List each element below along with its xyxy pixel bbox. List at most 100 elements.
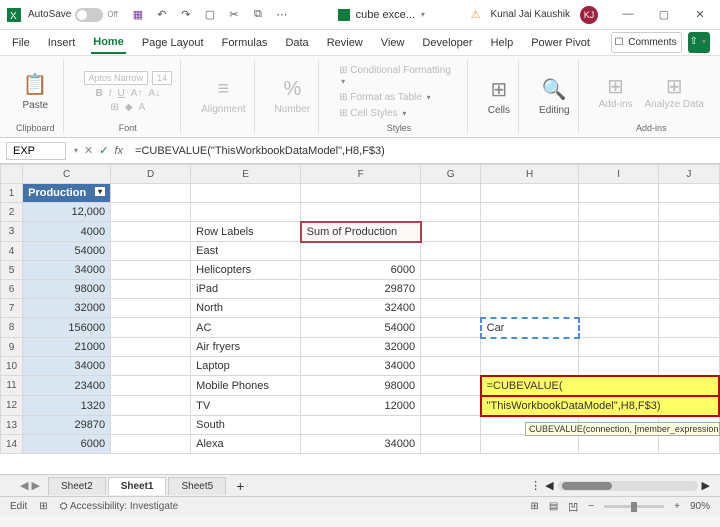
cell[interactable]: 32000 (23, 299, 111, 318)
new-icon[interactable]: ▢ (202, 7, 218, 23)
menu-review[interactable]: Review (325, 33, 365, 53)
tab-sheet2[interactable]: Sheet2 (48, 477, 106, 495)
row-header[interactable]: 4 (1, 242, 23, 261)
maximize-icon[interactable]: ▢ (650, 8, 678, 21)
cell[interactable] (659, 222, 719, 242)
scroll-left-icon[interactable]: ◀ (545, 479, 553, 492)
cell[interactable]: AC (191, 318, 301, 338)
cell[interactable] (481, 338, 579, 357)
formula-input[interactable]: =CUBEVALUE("ThisWorkbookDataModel",H8,F$… (129, 143, 714, 159)
tab-sheet1[interactable]: Sheet1 (108, 477, 167, 495)
cell[interactable] (579, 435, 659, 454)
cell[interactable] (111, 357, 191, 376)
cell[interactable] (421, 416, 481, 435)
grid[interactable]: CDEFGHIJ 1Production ▾212,00034000Row La… (0, 164, 720, 454)
cell[interactable]: Row Labels (191, 222, 301, 242)
row-header[interactable]: 13 (1, 416, 23, 435)
cell[interactable]: 29870 (301, 280, 421, 299)
cell[interactable] (579, 338, 659, 357)
menu-developer[interactable]: Developer (420, 33, 474, 53)
name-dropdown-icon[interactable]: ▾ (74, 146, 78, 155)
cell[interactable]: 34000 (301, 357, 421, 376)
menu-file[interactable]: File (10, 33, 32, 53)
cell[interactable]: "ThisWorkbookDataModel",H8,F$3) (481, 396, 719, 416)
cell[interactable] (111, 203, 191, 222)
cell[interactable]: 54000 (23, 242, 111, 261)
copy-icon[interactable]: ⧉ (250, 7, 266, 23)
fx-icon[interactable]: fx (114, 145, 123, 157)
font-color-icon[interactable]: A (139, 102, 146, 113)
cell[interactable] (421, 338, 481, 357)
toggle-off-icon[interactable] (75, 8, 103, 22)
worksheet[interactable]: CDEFGHIJ 1Production ▾212,00034000Row La… (0, 164, 720, 474)
cell[interactable] (421, 184, 481, 203)
cell[interactable] (659, 184, 719, 203)
add-sheet-button[interactable]: + (228, 478, 252, 494)
cell[interactable] (579, 357, 659, 376)
cell[interactable] (659, 338, 719, 357)
cut-icon[interactable]: ✂ (226, 7, 242, 23)
menu-page-layout[interactable]: Page Layout (140, 33, 206, 53)
col-header[interactable]: E (191, 165, 301, 184)
cell[interactable] (111, 338, 191, 357)
col-header[interactable]: F (301, 165, 421, 184)
col-header[interactable]: C (23, 165, 111, 184)
col-header[interactable]: J (659, 165, 719, 184)
cell[interactable] (659, 299, 719, 318)
menu-data[interactable]: Data (283, 33, 310, 53)
cell[interactable] (301, 242, 421, 261)
cell[interactable]: Air fryers (191, 338, 301, 357)
warning-icon[interactable]: ⚠ (471, 8, 481, 21)
cell[interactable]: Car (481, 318, 579, 338)
chevron-down-icon[interactable]: ▾ (421, 10, 425, 19)
minimize-icon[interactable]: — (614, 8, 642, 21)
cell[interactable]: 4000 (23, 222, 111, 242)
menu-formulas[interactable]: Formulas (220, 33, 270, 53)
cell[interactable] (301, 416, 421, 435)
row-header[interactable]: 3 (1, 222, 23, 242)
view-break-icon[interactable]: 凹 (568, 499, 578, 514)
analyze-icon[interactable]: ⊞ (666, 76, 683, 98)
cell[interactable]: 21000 (23, 338, 111, 357)
bold-button[interactable]: B (96, 88, 103, 99)
menu-power-pivot[interactable]: Power Pivot (529, 33, 592, 53)
cell[interactable] (111, 222, 191, 242)
close-icon[interactable]: ✕ (686, 8, 714, 21)
cell[interactable] (659, 280, 719, 299)
cell[interactable] (111, 299, 191, 318)
font-up-icon[interactable]: A↑ (131, 88, 143, 99)
percent-icon[interactable]: % (283, 78, 301, 101)
row-header[interactable]: 8 (1, 318, 23, 338)
name-box[interactable] (6, 142, 66, 160)
cell[interactable] (481, 184, 579, 203)
cell[interactable]: 12,000 (23, 203, 111, 222)
font-down-icon[interactable]: A↓ (148, 88, 160, 99)
row-header[interactable]: 10 (1, 357, 23, 376)
redo-icon[interactable]: ↷ (178, 7, 194, 23)
cell[interactable] (191, 203, 301, 222)
col-header[interactable]: D (111, 165, 191, 184)
cell[interactable]: 98000 (301, 376, 421, 396)
zoom-level[interactable]: 90% (690, 501, 710, 512)
cell[interactable] (579, 184, 659, 203)
cell[interactable] (421, 318, 481, 338)
col-header[interactable]: I (579, 165, 659, 184)
cell[interactable]: South (191, 416, 301, 435)
cell[interactable] (111, 396, 191, 416)
menu-insert[interactable]: Insert (46, 33, 78, 53)
cell[interactable] (579, 318, 659, 338)
stats-icon[interactable]: ⊞ (39, 501, 47, 512)
row-header[interactable]: 14 (1, 435, 23, 454)
cell[interactable] (481, 222, 579, 242)
alignment-icon[interactable]: ≡ (217, 78, 229, 101)
editing-icon[interactable]: 🔍 (542, 77, 567, 102)
cell[interactable]: 34000 (301, 435, 421, 454)
cell[interactable] (111, 280, 191, 299)
autosave-toggle[interactable]: AutoSave Off (28, 8, 118, 22)
cell[interactable] (111, 376, 191, 396)
cell[interactable] (659, 435, 719, 454)
row-header[interactable]: 9 (1, 338, 23, 357)
comments-button[interactable]: ☐ Comments (611, 32, 681, 53)
fill-color-icon[interactable]: ◆ (125, 102, 133, 113)
tab-sheet5[interactable]: Sheet5 (168, 477, 226, 495)
